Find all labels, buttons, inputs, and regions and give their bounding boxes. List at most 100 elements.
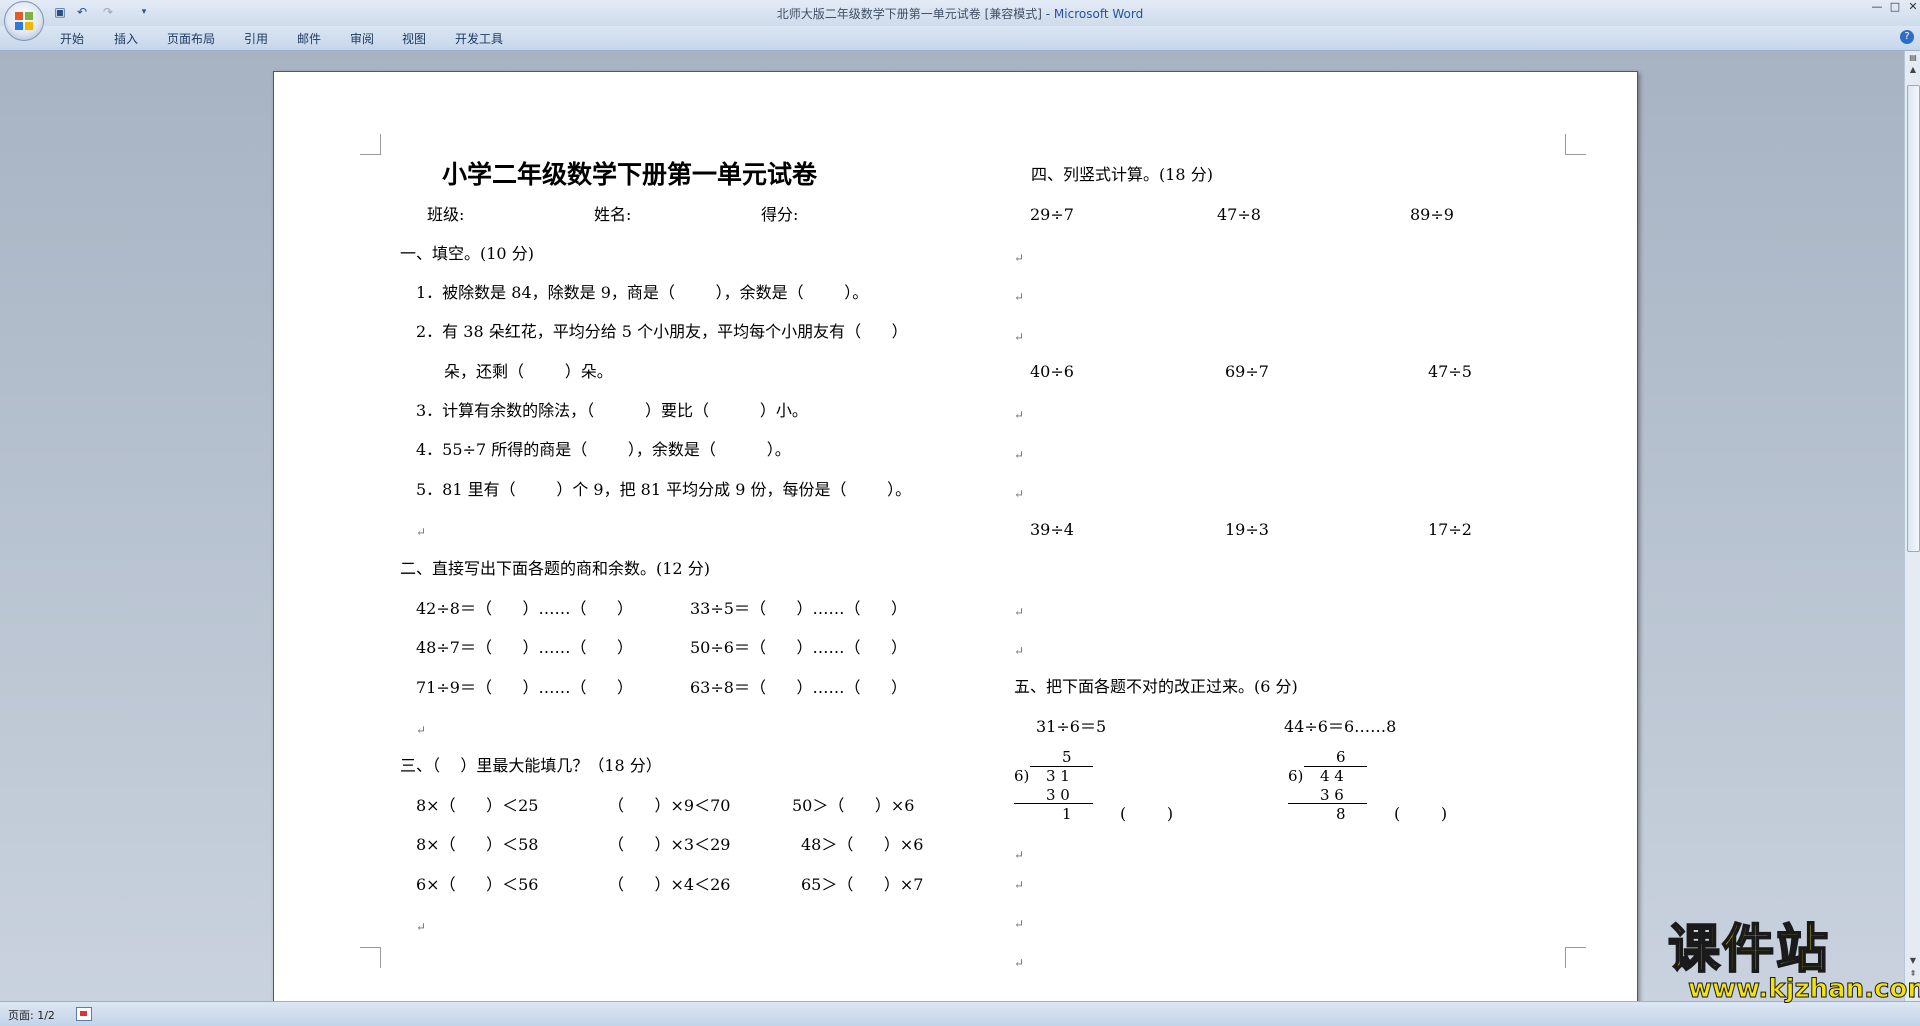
paragraph-mark: ↵ (1014, 605, 1025, 619)
quotient-remainder-item: 71÷9＝（ ）……（ ） (416, 678, 633, 697)
tab-insert[interactable]: 插入 (114, 30, 138, 47)
correction-equation: 31÷6＝5 (1036, 717, 1107, 736)
division-underline (1288, 803, 1367, 804)
watermark-url: www.kjzhan.com (1687, 974, 1920, 1004)
section-5-heading: 五、把下面各题不对的改正过来。(6 分) (1014, 677, 1298, 696)
tab-review[interactable]: 审阅 (350, 30, 374, 47)
app-name: - Microsoft Word (1041, 7, 1144, 21)
division-remainder: 1 (1062, 805, 1072, 823)
tab-references[interactable]: 引用 (244, 30, 268, 47)
division-product: 3 0 (1046, 786, 1070, 804)
long-division-problem: 47÷8 (1217, 205, 1261, 224)
section-1-heading: 一、填空。(10 分) (400, 244, 534, 263)
fill-in-item: 1．被除数是 84，除数是 9，商是（ ），余数是（ ）。 (416, 283, 869, 302)
division-underline (1014, 803, 1093, 804)
answer-blank: ( ) (1394, 804, 1448, 823)
crop-mark-bottom-right (1565, 947, 1586, 968)
score-label: 得分: (761, 205, 799, 224)
section-2-heading: 二、直接写出下面各题的商和余数。(12 分) (400, 559, 710, 578)
scroll-up-icon[interactable]: ▲ (1907, 65, 1919, 75)
paragraph-mark: ↵ (1014, 330, 1025, 344)
watermark-title: 课件站 (1667, 920, 1831, 980)
paragraph-mark: ↵ (1014, 448, 1025, 462)
division-divisor: 6) (1288, 767, 1304, 785)
quotient-remainder-item: 33÷5＝（ ）……（ ） (690, 599, 907, 618)
inequality-item: 65＞（ ）×7 (801, 875, 924, 894)
division-remainder: 8 (1336, 805, 1346, 823)
close-button[interactable]: ✕ (1902, 0, 1920, 14)
inequality-item: 50＞（ ）×6 (792, 796, 915, 815)
paragraph-mark: ↵ (1014, 487, 1025, 501)
fill-in-item: 5．81 里有（ ）个 9，把 81 平均分成 9 份，每份是（ ）。 (416, 480, 912, 499)
long-division-problem: 40÷6 (1030, 362, 1074, 381)
inequality-item: 8×（ ）＜25 (416, 796, 539, 815)
scroll-thumb[interactable] (1907, 85, 1920, 552)
tab-home[interactable]: 开始 (60, 30, 84, 47)
scroll-down-icon[interactable]: ▼ (1907, 956, 1919, 966)
office-button[interactable] (4, 1, 44, 41)
inequality-item: （ ）×9＜70 (608, 796, 731, 815)
inequality-item: 8×（ ）＜58 (416, 835, 539, 854)
division-dividend: 4 4 (1320, 767, 1344, 785)
division-quotient: 5 (1062, 748, 1072, 766)
tab-mailings[interactable]: 邮件 (297, 30, 321, 47)
tab-view[interactable]: 视图 (402, 30, 426, 47)
ruler-toggle-icon[interactable]: ▤ (1907, 53, 1919, 63)
status-bar: 页面: 1/2 (0, 1001, 1920, 1026)
long-division-problem: 39÷4 (1030, 520, 1074, 539)
crop-mark-bottom-left (360, 947, 381, 968)
office-logo-icon (15, 12, 33, 30)
quotient-remainder-item: 63÷8＝（ ）……（ ） (690, 678, 907, 697)
paragraph-mark: ↵ (416, 723, 427, 737)
crop-mark-top-left (360, 134, 381, 155)
paragraph-mark: ↵ (1014, 251, 1025, 265)
fill-in-item: 4．55÷7 所得的商是（ ），余数是（ ）。 (416, 440, 791, 459)
crop-mark-top-right (1565, 134, 1586, 155)
name-label: 姓名: (594, 205, 632, 224)
help-icon[interactable]: ? (1900, 30, 1914, 44)
paragraph-mark: ↵ (416, 525, 427, 539)
fill-in-item-continued: 朵，还剩（ ）朵。 (444, 362, 613, 381)
paragraph-mark: ↵ (1014, 956, 1025, 970)
fill-in-item: 3．计算有余数的除法，（ ）要比（ ）小。 (416, 401, 808, 420)
long-division-problem: 19÷3 (1225, 520, 1269, 539)
paragraph-mark: ↵ (1014, 917, 1025, 931)
tab-page-layout[interactable]: 页面布局 (167, 30, 215, 47)
long-division-problem: 17÷2 (1428, 520, 1472, 539)
paragraph-mark: ↵ (1014, 644, 1025, 658)
tab-developer[interactable]: 开发工具 (455, 30, 503, 47)
division-product: 3 6 (1320, 786, 1344, 804)
correction-equation: 44÷6＝6……8 (1284, 717, 1397, 736)
inequality-item: 6×（ ）＜56 (416, 875, 539, 894)
inequality-item: 48＞（ ）×6 (801, 835, 924, 854)
macro-record-icon[interactable] (76, 1007, 92, 1021)
page-count[interactable]: 页面: 1/2 (8, 1007, 55, 1023)
answer-blank: ( ) (1120, 804, 1174, 823)
section-3-heading: 三、（ ）里最大能填几？（18 分） (400, 756, 662, 775)
inequality-item: （ ）×4＜26 (608, 875, 731, 894)
document-name: 北师大版二年级数学下册第一单元试卷 [兼容模式] (776, 7, 1042, 21)
long-division-problem: 69÷7 (1225, 362, 1269, 381)
division-divisor: 6) (1014, 767, 1030, 785)
title-bar: ▣ ↶ ↷ ▾ 北师大版二年级数学下册第一单元试卷 [兼容模式] - Micro… (0, 0, 1920, 26)
vertical-scrollbar[interactable]: ▤ ▲ ▼ ⇞ ● ⇟ (1904, 51, 1920, 1001)
window-title: 北师大版二年级数学下册第一单元试卷 [兼容模式] - Microsoft Wor… (0, 5, 1920, 22)
division-dividend: 3 1 (1046, 767, 1070, 785)
fill-in-item: 2．有 38 朵红花，平均分给 5 个小朋友，平均每个小朋友有（ ） (416, 322, 908, 341)
long-division-problem: 89÷9 (1410, 205, 1454, 224)
long-division-problem: 47÷5 (1428, 362, 1472, 381)
quotient-remainder-item: 48÷7＝（ ）……（ ） (416, 638, 633, 657)
section-4-heading: 四、列竖式计算。(18 分) (1031, 165, 1213, 184)
inequality-item: （ ）×3＜29 (608, 835, 731, 854)
paragraph-mark: ↵ (1014, 878, 1025, 892)
quotient-remainder-item: 42÷8＝（ ）……（ ） (416, 599, 633, 618)
watermark-logo: 课件站 www.kjzhan.com (1667, 920, 1920, 1003)
paragraph-mark: ↵ (1014, 848, 1025, 862)
document-page[interactable]: 小学二年级数学下册第一单元试卷 班级: 姓名: 得分: 一、填空。(10 分) … (273, 71, 1638, 1013)
document-title: 小学二年级数学下册第一单元试卷 (442, 160, 818, 189)
ribbon-tab-bar: 开始 插入 页面布局 引用 邮件 审阅 视图 开发工具 ? (0, 26, 1920, 51)
paragraph-mark: ↵ (1014, 290, 1025, 304)
class-label: 班级: (427, 205, 465, 224)
quotient-remainder-item: 50÷6＝（ ）……（ ） (690, 638, 907, 657)
long-division-problem: 29÷7 (1030, 205, 1074, 224)
